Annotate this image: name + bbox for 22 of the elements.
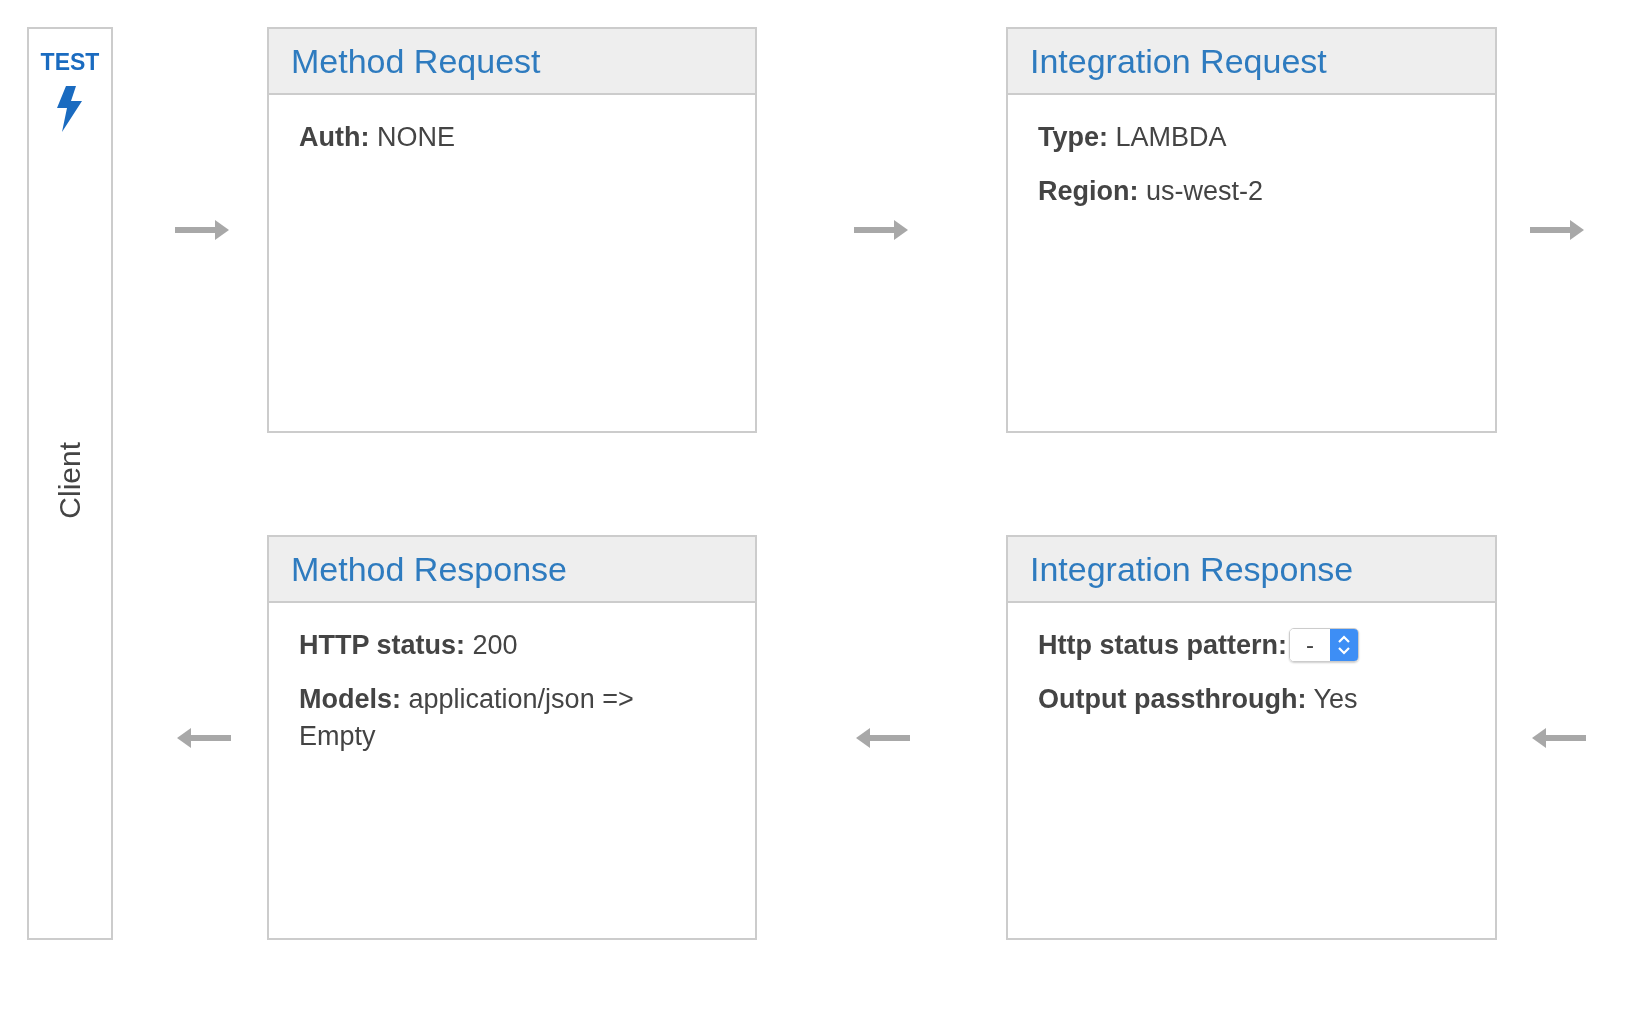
field-text: Region: us-west-2 [1038,175,1265,209]
card-title-link[interactable]: Method Request [291,41,541,81]
card-title-link[interactable]: Method Response [291,549,567,589]
stepper-icon [1330,629,1358,662]
status-pattern-select[interactable]: - [1289,628,1359,663]
field-text: Type: LAMBDA [1038,121,1228,154]
card-title-link[interactable]: Integration Request [1030,41,1327,81]
right-arrow-icon [175,218,231,242]
client-label: Client [53,442,87,519]
select-value: - [1290,629,1330,662]
card-title-link[interactable]: Integration Response [1030,549,1354,589]
left-arrow-icon [1530,725,1586,750]
left-arrow-icon [175,725,231,750]
test-button[interactable]: TEST [40,49,100,132]
right-arrow-icon [853,218,910,242]
field-text: Output passthrough: Yes [1038,683,1359,717]
field-text: HTTP status: 200 [299,629,519,662]
right-arrow-icon [1530,218,1586,242]
field-text: Auth: NONE [299,121,456,154]
field-text: Models: application/json => Empty [299,683,635,753]
field-label: Http status pattern: [1038,629,1287,662]
lightning-bolt-icon [57,86,83,132]
